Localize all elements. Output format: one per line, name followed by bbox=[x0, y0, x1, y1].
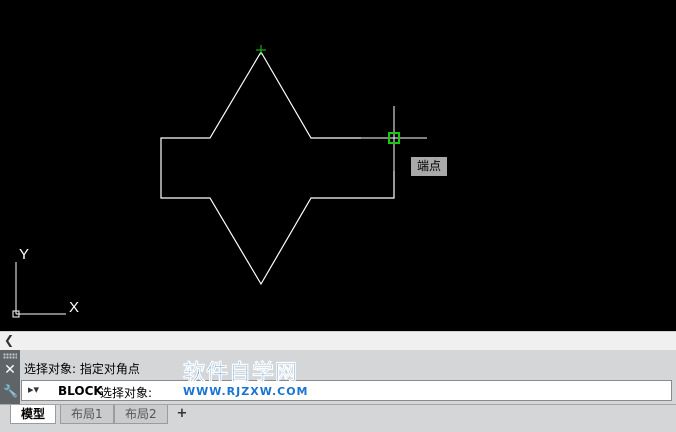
active-command-name: BLOCK bbox=[58, 384, 103, 398]
command-input[interactable]: ▸▾ BLOCK 选择对象: bbox=[21, 380, 672, 401]
command-history-line: 选择对象: 指定对角点 bbox=[24, 362, 140, 376]
basepoint-marker bbox=[256, 45, 266, 55]
horizontal-scrollbar[interactable]: ❮ bbox=[0, 331, 676, 351]
drag-grip-icon[interactable] bbox=[3, 353, 17, 359]
tab-layout2[interactable]: 布局2 bbox=[114, 405, 168, 424]
star-shape bbox=[160, 50, 395, 286]
drawing-canvas[interactable]: Y X 端点 bbox=[0, 0, 676, 331]
watermark-title: 软件自学网 bbox=[183, 361, 299, 386]
ucs-icon bbox=[12, 262, 66, 318]
endpoint-tooltip: 端点 bbox=[411, 157, 447, 176]
add-layout-button[interactable]: + bbox=[174, 405, 190, 423]
command-line-window: ✕ 🔧 选择对象: 指定对角点 ▸▾ BLOCK 选择对象: bbox=[0, 350, 676, 404]
close-icon[interactable]: ✕ bbox=[3, 362, 17, 378]
command-line-sidebar: ✕ 🔧 bbox=[0, 350, 20, 404]
drawing-svg: Y X bbox=[12, 45, 427, 318]
command-prompt-text: 选择对象: bbox=[100, 386, 153, 400]
site-watermark: 软件自学网 WWW.RJZXW.COM bbox=[183, 361, 309, 398]
tab-model[interactable]: 模型 bbox=[10, 405, 57, 424]
customize-wrench-icon[interactable]: 🔧 bbox=[3, 383, 18, 399]
ucs-y-label: Y bbox=[19, 246, 29, 263]
layout-tabs-bar: 模型 布局1 布局2 + bbox=[0, 404, 676, 432]
tab-layout1[interactable]: 布局1 bbox=[60, 405, 114, 424]
ucs-x-label: X bbox=[69, 299, 79, 316]
scroll-left-icon[interactable]: ❮ bbox=[4, 333, 14, 347]
recent-commands-icon[interactable]: ▸▾ bbox=[28, 383, 52, 398]
watermark-url: WWW.RJZXW.COM bbox=[183, 385, 309, 398]
